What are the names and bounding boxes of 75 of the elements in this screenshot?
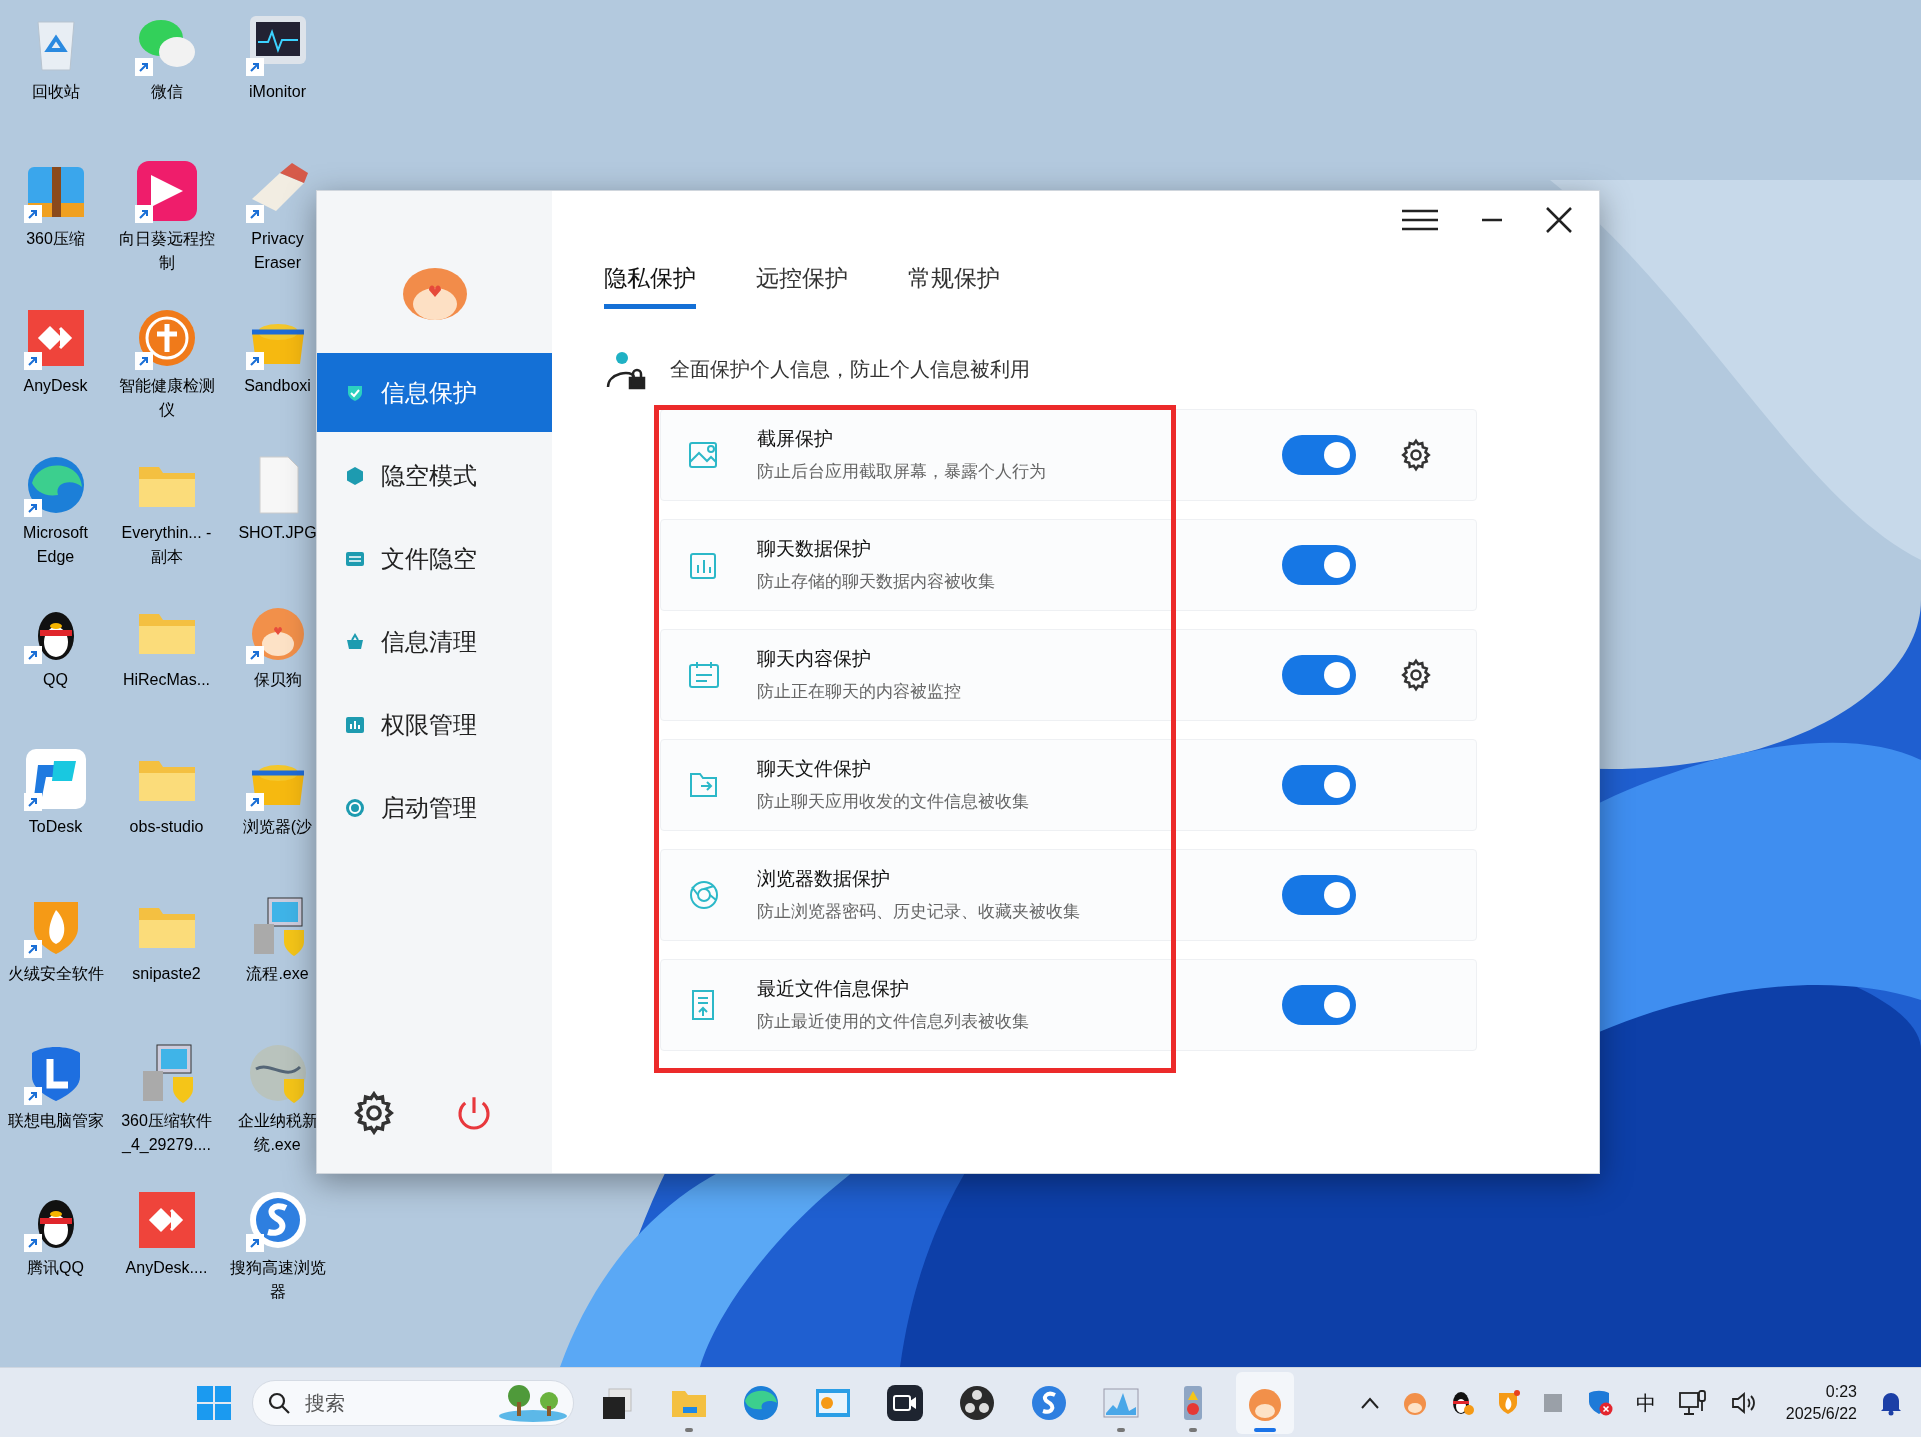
- settings-icon[interactable]: [1399, 437, 1433, 472]
- toggle-switch[interactable]: [1282, 434, 1356, 475]
- toggle-switch[interactable]: [1282, 544, 1356, 585]
- sidebar-item[interactable]: 文件隐空: [317, 519, 552, 598]
- toggle-switch[interactable]: [1282, 874, 1356, 915]
- desktop-icon-label[interactable]: AnyDesk: [23, 374, 88, 398]
- feature-title: 聊天文件保护: [757, 756, 872, 781]
- desktop-icon-label[interactable]: Privacy Eraser: [237, 227, 318, 275]
- feature-title: 聊天内容保护: [757, 646, 872, 671]
- desktop-icon-label[interactable]: 360压缩: [26, 227, 85, 251]
- input-method-indicator[interactable]: 中: [1635, 1387, 1656, 1418]
- sidebar-item[interactable]: 信息保护: [317, 353, 552, 432]
- desktop-icon-label[interactable]: HiRecMas...: [122, 668, 211, 692]
- bar-chart-icon: [345, 714, 365, 735]
- power-circle-icon: [345, 797, 365, 818]
- desktop-icon-label[interactable]: 腾讯QQ: [27, 1256, 84, 1280]
- feature-description: 防止正在聊天的内容被监控: [757, 681, 962, 703]
- search-icon: [267, 1390, 291, 1415]
- feature-description: 防止最近使用的文件信息列表被收集: [757, 1011, 1030, 1033]
- desktop-icon-label[interactable]: 流程.exe: [246, 962, 309, 986]
- desktop-icon-label[interactable]: Everythin... - 副本: [116, 521, 217, 569]
- desktop-icon-label[interactable]: Microsoft Edge: [5, 521, 106, 569]
- desktop-icon-label[interactable]: AnyDesk....: [125, 1256, 208, 1280]
- desktop-icon-label[interactable]: ToDesk: [28, 815, 83, 839]
- feature-title: 最近文件信息保护: [757, 976, 910, 1001]
- search-field[interactable]: 搜索: [252, 1379, 574, 1426]
- desktop-icon-label[interactable]: Sandboxi: [244, 374, 311, 398]
- search-input[interactable]: 搜索: [305, 1387, 455, 1418]
- feature-title: 浏览器数据保护: [757, 866, 891, 891]
- speaker-icon[interactable]: [1729, 1390, 1758, 1415]
- tab[interactable]: 隐私保护: [604, 261, 696, 309]
- network-monitor-icon[interactable]: [1677, 1388, 1708, 1417]
- desktop-icon-label[interactable]: 火绒安全软件: [7, 962, 104, 986]
- menu-icon[interactable]: [1401, 209, 1439, 231]
- clock-time[interactable]: 0:23: [1825, 1380, 1857, 1403]
- desktop-icon-label[interactable]: 浏览器(沙: [242, 815, 313, 839]
- feature-title: 聊天数据保护: [757, 536, 872, 561]
- settings-icon[interactable]: [1399, 657, 1433, 692]
- close-icon[interactable]: [1545, 206, 1573, 234]
- desktop-icon-label[interactable]: 搜狗高速浏览器: [227, 1256, 328, 1304]
- sidebar-item[interactable]: 信息清理: [317, 602, 552, 681]
- start-icon[interactable]: [196, 1384, 232, 1421]
- desktop-icon-label[interactable]: QQ: [43, 668, 68, 692]
- tab[interactable]: 常规保护: [908, 261, 1000, 309]
- desktop-icon-label[interactable]: iMonitor: [249, 80, 306, 104]
- sidebar-item[interactable]: 启动管理: [317, 768, 552, 847]
- sidebar-item[interactable]: 隐空模式: [317, 436, 552, 515]
- feature-description: 防止聊天应用收发的文件信息被收集: [757, 791, 1030, 813]
- intro-text: 全面保护个人信息，防止个人信息被利用: [670, 356, 1030, 382]
- desktop-icon-label[interactable]: 保贝狗: [253, 668, 302, 692]
- video-camera-icon: [885, 1382, 925, 1423]
- desktop-icon-label[interactable]: snipaste2: [132, 962, 201, 986]
- desktop-icon-label[interactable]: 企业纳税新统.exe: [237, 1109, 318, 1157]
- clock-date[interactable]: 2025/6/22: [1785, 1402, 1857, 1425]
- toggle-switch[interactable]: [1282, 984, 1356, 1025]
- sidebar-item[interactable]: 权限管理: [317, 685, 552, 764]
- desktop-icon-label[interactable]: SHOT.JPG: [238, 521, 317, 545]
- desktop-icon-label[interactable]: 微信: [150, 80, 183, 104]
- hexagon-icon: [345, 465, 365, 486]
- desktop-icon-label[interactable]: obs-studio: [129, 815, 204, 839]
- desktop-icon-label[interactable]: 智能健康检测仪: [116, 374, 217, 422]
- toggle-switch[interactable]: [1282, 764, 1356, 805]
- desktop-icon-label[interactable]: 向日葵远程控制: [116, 227, 217, 275]
- feature-description: 防止浏览器密码、历史记录、收藏夹被收集: [757, 901, 1081, 923]
- desktop-icon-label[interactable]: 360压缩软件_4_29279....: [116, 1109, 217, 1157]
- toggle-switch[interactable]: [1282, 654, 1356, 695]
- basket-icon: [345, 631, 365, 652]
- desktop-icon-label[interactable]: 联想电脑管家: [7, 1109, 104, 1133]
- feature-description: 防止存储的聊天数据内容被收集: [757, 571, 996, 593]
- feature-title: 截屏保护: [757, 426, 834, 451]
- tab[interactable]: 远控保护: [756, 261, 848, 309]
- chevron-up-icon[interactable]: [1359, 1395, 1380, 1410]
- trees-icon: [497, 1383, 567, 1422]
- feature-description: 防止后台应用截取屏幕，暴露个人行为: [757, 461, 1047, 483]
- desktop-icon-label[interactable]: 回收站: [31, 80, 80, 104]
